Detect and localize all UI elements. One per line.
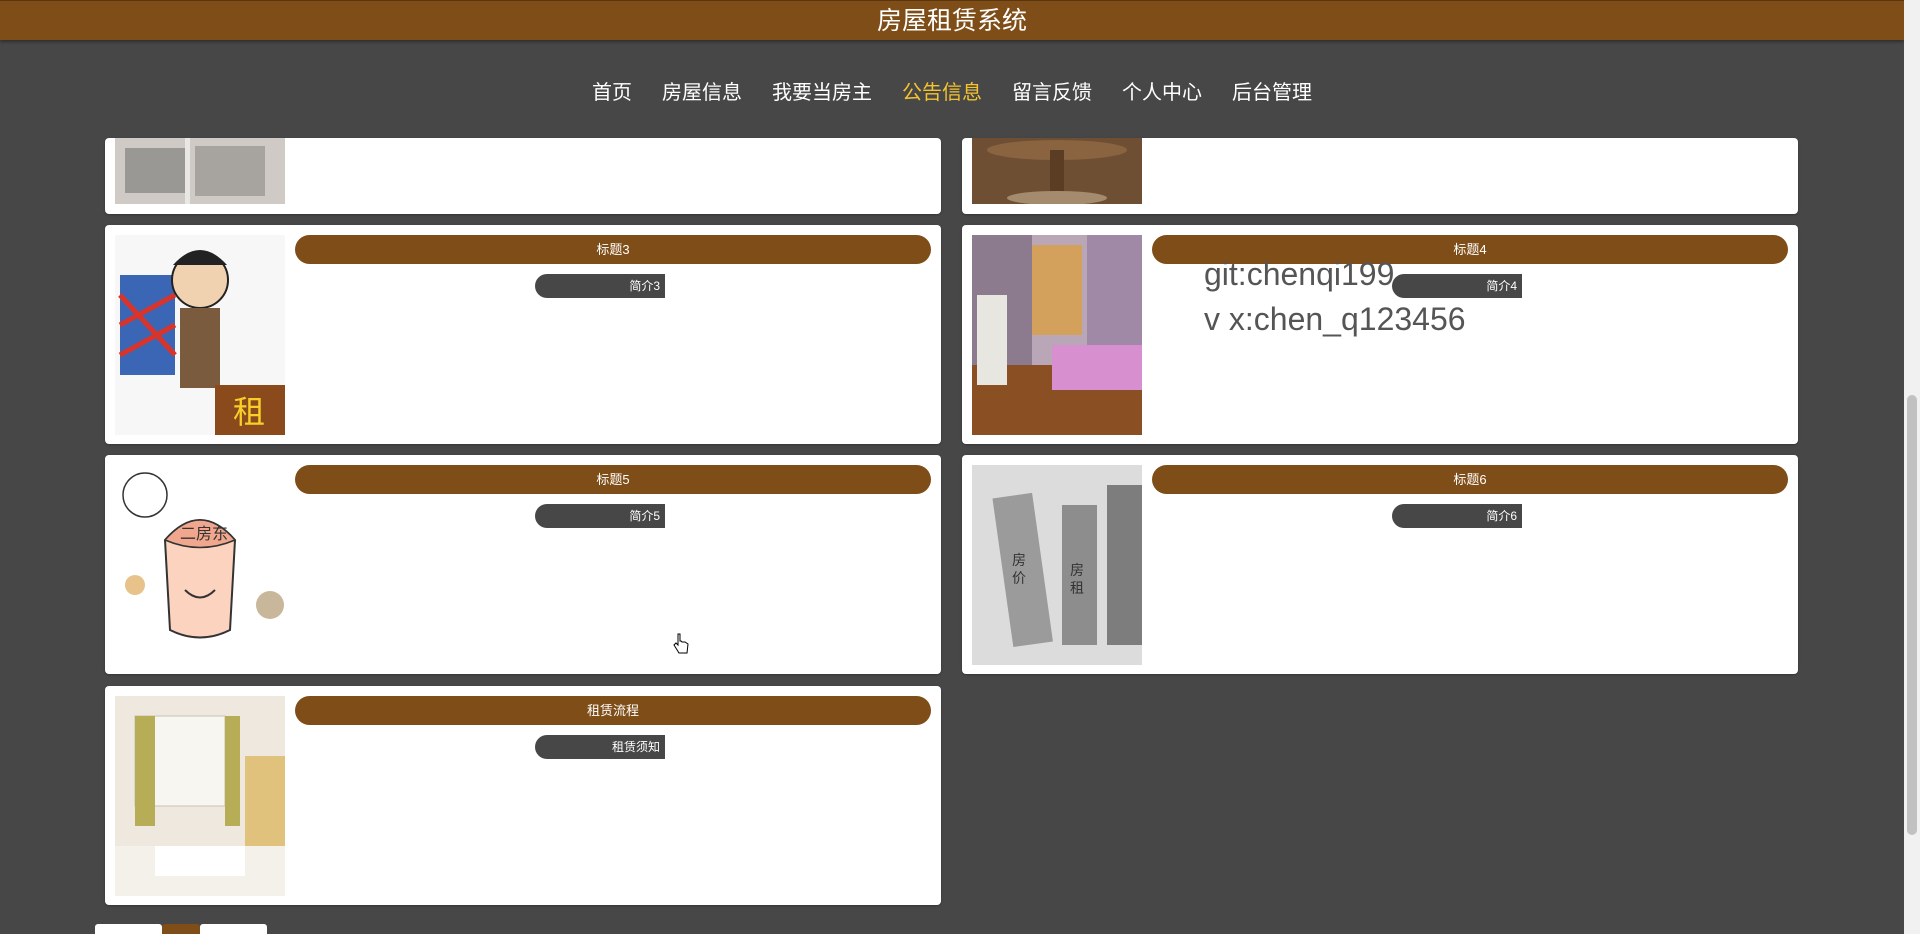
- card-thumbnail: [115, 696, 285, 896]
- card-thumbnail: [972, 235, 1142, 435]
- card-title[interactable]: 租赁流程: [295, 696, 931, 725]
- card-title[interactable]: 标题5: [295, 465, 931, 494]
- nav-house-info[interactable]: 房屋信息: [647, 68, 757, 113]
- watermark: git:chenqi199 v x:chen_q123456: [1204, 252, 1466, 342]
- announcement-card-partial-1[interactable]: [105, 138, 941, 214]
- announcement-card-partial-2[interactable]: [962, 138, 1798, 214]
- pagination-current-page[interactable]: [162, 924, 200, 934]
- card-title[interactable]: 标题6: [1152, 465, 1788, 494]
- card-thumbnail-kitchen: [115, 138, 285, 204]
- card-intro: 简介3: [535, 274, 665, 298]
- pagination-prev-button[interactable]: [95, 924, 162, 934]
- svg-text:房: 房: [1070, 563, 1084, 579]
- main-nav: 首页 房屋信息 我要当房主 公告信息 留言反馈 个人中心 后台管理: [0, 68, 1904, 113]
- hand-cursor-icon: [673, 633, 689, 654]
- announcement-card[interactable]: 二房东 标题5 简介5: [105, 455, 941, 674]
- card-thumbnail: 租: [115, 235, 285, 435]
- svg-text:价: 价: [1012, 571, 1026, 587]
- announcement-card[interactable]: 房 价 房 租 标题6 简介6: [962, 455, 1798, 674]
- bedroom-image: [972, 235, 1142, 435]
- pagination-next-button[interactable]: [200, 924, 267, 934]
- watermark-line-1: git:chenqi199: [1204, 256, 1395, 292]
- cartoon-tenant-image: 租: [115, 235, 285, 435]
- card-intro: 简介5: [535, 504, 665, 528]
- rent-sign-glyph: 租: [233, 393, 265, 431]
- nav-personal-center[interactable]: 个人中心: [1107, 68, 1217, 113]
- sublandlord-cartoon-image: 二房东: [115, 465, 285, 665]
- kitchen-image: [115, 138, 285, 204]
- nav-feedback[interactable]: 留言反馈: [997, 68, 1107, 113]
- card-thumbnail-table: [972, 138, 1142, 205]
- site-header: 房屋租赁系统: [0, 0, 1904, 40]
- nav-admin[interactable]: 后台管理: [1217, 68, 1327, 113]
- page-scrollbar[interactable]: [1904, 0, 1920, 934]
- nav-home[interactable]: 首页: [577, 68, 647, 113]
- card-thumbnail: 房 价 房 租: [972, 465, 1142, 665]
- card-thumbnail: 二房东: [115, 465, 285, 665]
- announcement-card[interactable]: 租赁流程 租赁须知: [105, 686, 941, 905]
- announcement-card[interactable]: 租 标题3 简介3: [105, 225, 941, 444]
- card-title[interactable]: 标题3: [295, 235, 931, 264]
- watermark-line-2: v x:chen_q123456: [1204, 301, 1466, 337]
- card-intro: 简介6: [1392, 504, 1522, 528]
- nav-announcements[interactable]: 公告信息: [887, 68, 997, 113]
- card-intro: 租赁须知: [535, 735, 665, 759]
- nav-become-landlord[interactable]: 我要当房主: [757, 68, 887, 113]
- rising-rent-cartoon-image: 房 价 房 租: [972, 465, 1142, 665]
- bright-room-image: [115, 696, 285, 896]
- table-image: [972, 138, 1142, 205]
- pagination: [95, 924, 267, 934]
- site-title: 房屋租赁系统: [876, 7, 1027, 35]
- svg-text:租: 租: [1070, 581, 1084, 597]
- scrollbar-thumb[interactable]: [1907, 395, 1917, 835]
- svg-text:房: 房: [1012, 553, 1026, 569]
- sublandlord-glyph: 二房东: [180, 524, 228, 543]
